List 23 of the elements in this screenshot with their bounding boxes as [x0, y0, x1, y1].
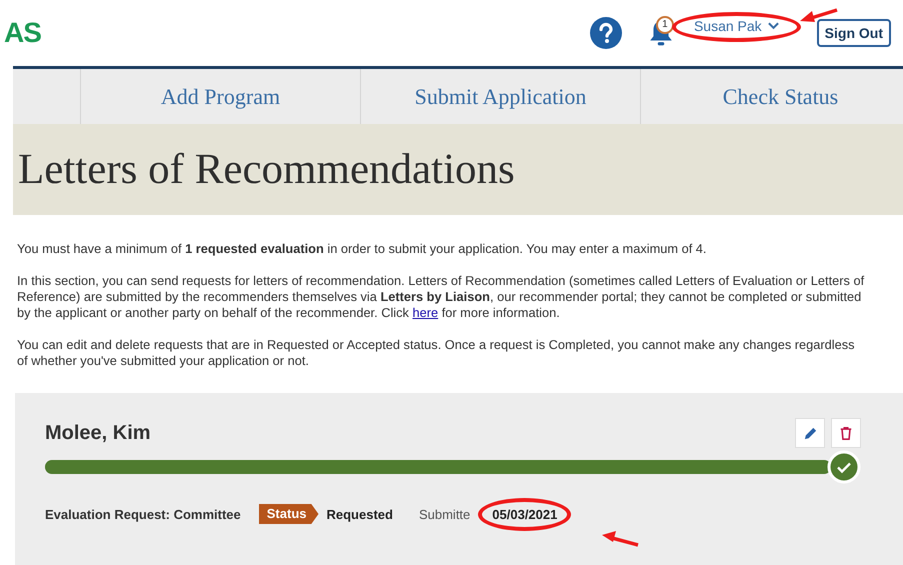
- annotation-arrow: [602, 531, 638, 547]
- logo[interactable]: AS: [4, 17, 41, 49]
- page-title: Letters of Recommendations: [18, 145, 515, 194]
- sign-out-button[interactable]: Sign Out: [816, 19, 891, 47]
- trash-icon: [839, 426, 853, 440]
- annotation-arrow: [800, 8, 838, 22]
- pencil-icon: [802, 426, 818, 440]
- delete-button[interactable]: [831, 418, 861, 448]
- edit-button[interactable]: [795, 418, 825, 448]
- help-icon[interactable]: [590, 17, 622, 49]
- instruction-paragraph: In this section, you can send requests for letters of recommendation. Letters of Recommendation (sometimes called Letters of Evaluation or Letters of Reference) are submitted by the recommenders themselves via Letters by Liaison, our recommender portal; they cannot be completed or submitted by the applicant or another party on behalf of the recommender. Click here for more information.: [17, 273, 866, 321]
- notification-count: 1: [656, 16, 674, 34]
- status-value: Requested: [326, 506, 393, 522]
- user-menu[interactable]: Susan Pak: [686, 18, 787, 34]
- here-link[interactable]: here: [412, 305, 438, 320]
- instruction-paragraph: You must have a minimum of 1 requested evaluation in order to submit your application. You may enter a maximum of 4.: [17, 241, 708, 257]
- instruction-paragraph: You can edit and delete requests that are in Requested or Accepted status. Once a request is Completed, you cannot make any changes regardless of whether you've submitted your application or not.: [17, 337, 856, 369]
- submitted-date: 05/03/2021: [492, 506, 558, 522]
- evaluation-type: Evaluation Request: Committee: [45, 506, 241, 522]
- chevron-down-icon: [768, 22, 779, 30]
- submitted-label: Submitte: [418, 506, 470, 522]
- recommender-name: Molee, Kim: [45, 422, 151, 444]
- status-tag: Status: [258, 504, 318, 524]
